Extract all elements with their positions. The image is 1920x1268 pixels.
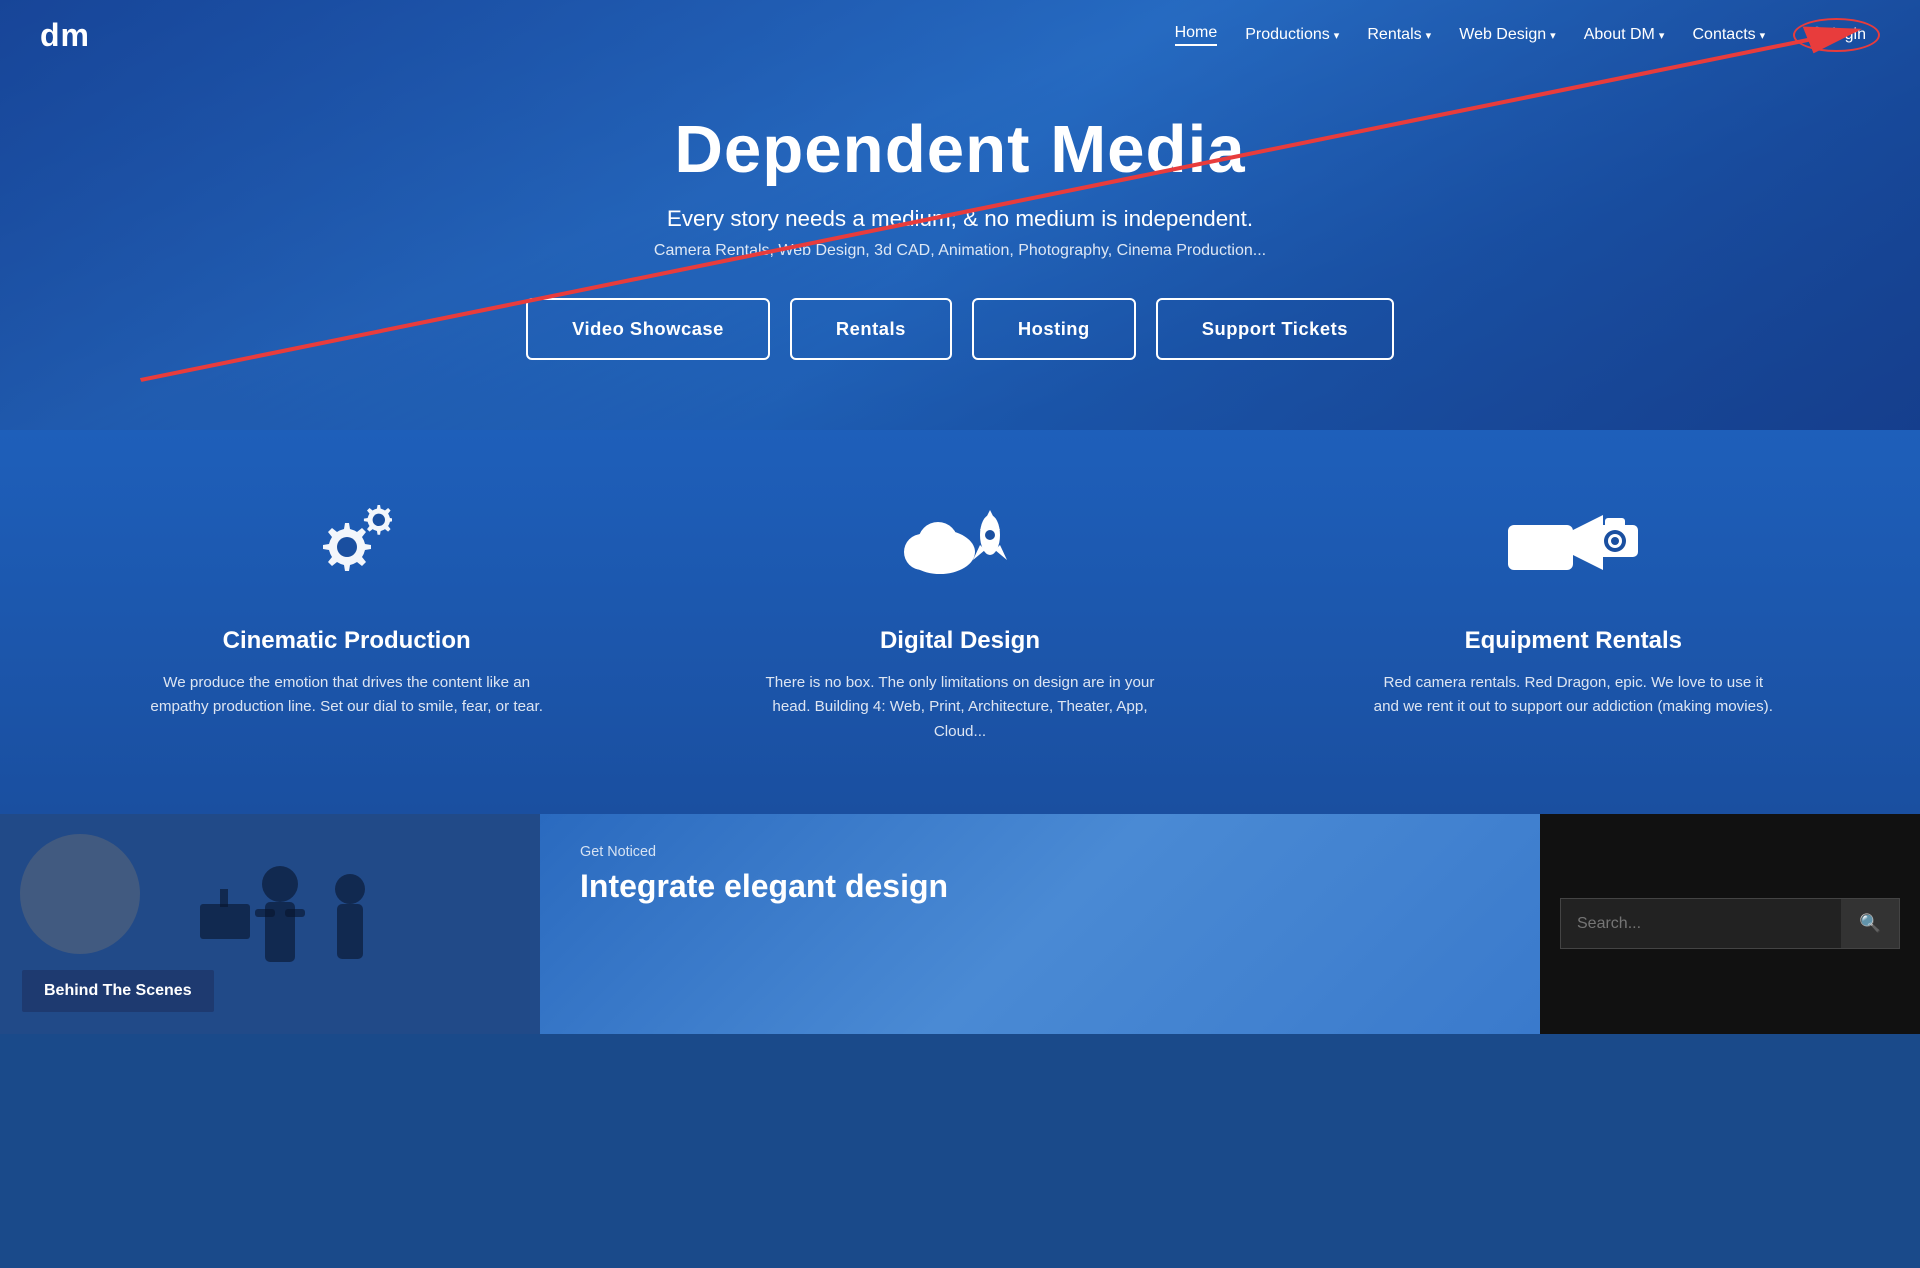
feature-digital-title: Digital Design [760, 627, 1160, 655]
lock-icon: 🔒 [1807, 25, 1827, 45]
search-panel: 🔍 [1540, 814, 1920, 1034]
navbar: dm Home Productions ▾ Rentals ▾ Web Desi… [0, 0, 1920, 70]
nav-item-aboutdm[interactable]: About DM ▾ [1584, 26, 1665, 44]
nav-link-rentals[interactable]: Rentals ▾ [1367, 26, 1431, 44]
nav-link-productions[interactable]: Productions ▾ [1245, 26, 1339, 44]
feature-cinematic-title: Cinematic Production [147, 627, 547, 655]
camera-video-icon [1373, 500, 1773, 605]
behind-scenes-panel: Behind The Scenes [0, 814, 540, 1034]
support-tickets-button[interactable]: Support Tickets [1156, 298, 1394, 360]
feature-equipment: Equipment Rentals Red camera rentals. Re… [1373, 500, 1773, 720]
nav-link-webdesign[interactable]: Web Design ▾ [1459, 26, 1555, 44]
nav-link-contacts[interactable]: Contacts ▾ [1693, 26, 1766, 44]
nav-link-home[interactable]: Home [1175, 24, 1218, 46]
site-logo[interactable]: dm [40, 17, 90, 54]
feature-equipment-title: Equipment Rentals [1373, 627, 1773, 655]
integrate-title: Integrate elegant design [580, 868, 1500, 905]
chevron-down-icon: ▾ [1659, 29, 1665, 42]
nav-links: Home Productions ▾ Rentals ▾ Web Design … [1175, 18, 1880, 52]
hero-content: Dependent Media Every story needs a medi… [526, 111, 1394, 360]
hero-services: Camera Rentals, Web Design, 3d CAD, Anim… [526, 242, 1394, 260]
cloud-rocket-icon [760, 500, 1160, 605]
feature-cinematic: Cinematic Production We produce the emot… [147, 500, 547, 720]
feature-digital-desc: There is no box. The only limitations on… [760, 671, 1160, 744]
login-button[interactable]: 🔒 login [1793, 18, 1880, 52]
nav-item-contacts[interactable]: Contacts ▾ [1693, 26, 1766, 44]
hero-subtitle: Every story needs a medium; & no medium … [526, 206, 1394, 232]
nav-item-webdesign[interactable]: Web Design ▾ [1459, 26, 1555, 44]
nav-item-login[interactable]: 🔒 login [1793, 18, 1880, 52]
nav-item-rentals[interactable]: Rentals ▾ [1367, 26, 1431, 44]
hero-title: Dependent Media [526, 111, 1394, 188]
bottom-section: Behind The Scenes Get Noticed Integrate … [0, 814, 1920, 1034]
nav-item-home[interactable]: Home [1175, 24, 1218, 46]
gear-icon [147, 500, 547, 605]
nav-link-aboutdm[interactable]: About DM ▾ [1584, 26, 1665, 44]
search-input[interactable] [1561, 899, 1841, 948]
get-noticed-panel: Get Noticed Integrate elegant design [540, 814, 1540, 1034]
nav-item-productions[interactable]: Productions ▾ [1245, 26, 1339, 44]
feature-equipment-desc: Red camera rentals. Red Dragon, epic. We… [1373, 671, 1773, 720]
search-bar: 🔍 [1560, 898, 1900, 949]
rentals-button[interactable]: Rentals [790, 298, 952, 360]
feature-digital: Digital Design There is no box. The only… [760, 500, 1160, 744]
chevron-down-icon: ▾ [1550, 29, 1556, 42]
behind-scenes-button[interactable]: Behind The Scenes [22, 970, 214, 1012]
chevron-down-icon: ▾ [1334, 29, 1340, 42]
chevron-down-icon: ▾ [1426, 29, 1432, 42]
get-noticed-label: Get Noticed [580, 844, 1500, 860]
hosting-button[interactable]: Hosting [972, 298, 1136, 360]
hero-buttons: Video Showcase Rentals Hosting Support T… [526, 298, 1394, 360]
chevron-down-icon: ▾ [1760, 29, 1766, 42]
search-button[interactable]: 🔍 [1841, 899, 1899, 948]
video-showcase-button[interactable]: Video Showcase [526, 298, 770, 360]
features-section: Cinematic Production We produce the emot… [0, 430, 1920, 814]
search-icon: 🔍 [1859, 913, 1881, 933]
feature-cinematic-desc: We produce the emotion that drives the c… [147, 671, 547, 720]
